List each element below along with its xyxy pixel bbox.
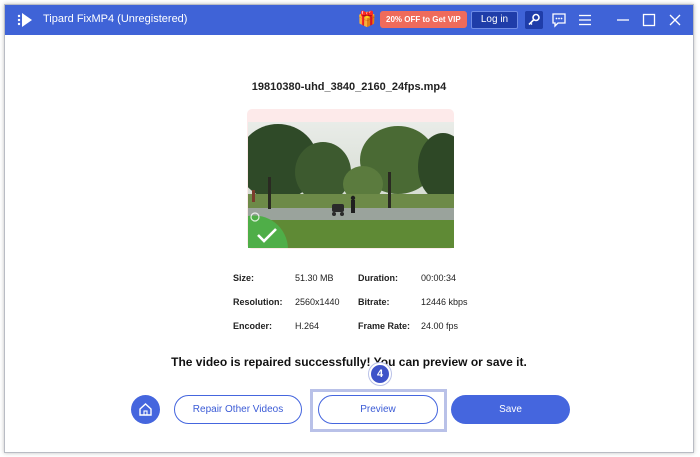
resolution-value: 2560x1440: [295, 297, 340, 307]
minimize-icon[interactable]: [614, 11, 632, 29]
title-bar: Tipard FixMP4 (Unregistered) 🎁 20% OFF t…: [5, 5, 693, 35]
feedback-icon[interactable]: [550, 11, 568, 29]
bitrate-label: Bitrate:: [358, 297, 390, 307]
success-check-icon: [248, 212, 288, 248]
size-label: Size:: [233, 273, 255, 283]
size-value: 51.30 MB: [295, 273, 334, 283]
preview-button[interactable]: Preview: [318, 395, 438, 424]
save-button[interactable]: Save: [451, 395, 570, 424]
close-icon[interactable]: [666, 11, 684, 29]
home-button[interactable]: [131, 395, 160, 424]
resolution-label: Resolution:: [233, 297, 283, 307]
gift-icon[interactable]: 🎁: [357, 10, 377, 30]
promo-button[interactable]: 20% OFF to Get VIP: [380, 11, 467, 28]
key-icon[interactable]: [525, 11, 543, 29]
maximize-icon[interactable]: [640, 11, 658, 29]
login-button[interactable]: Log in: [471, 11, 518, 29]
step-number-badge: 4: [369, 363, 391, 385]
repair-other-videos-button[interactable]: Repair Other Videos: [174, 395, 302, 424]
encoder-label: Encoder:: [233, 321, 273, 331]
framerate-value: 24.00 fps: [421, 321, 459, 331]
home-icon: [139, 403, 152, 416]
framerate-label: Frame Rate:: [358, 321, 411, 331]
encoder-value: H.264: [295, 321, 320, 331]
app-logo-icon: [17, 13, 32, 27]
app-window: Tipard FixMP4 (Unregistered) 🎁 20% OFF t…: [4, 4, 694, 453]
success-message: The video is repaired successfully! You …: [171, 355, 527, 369]
duration-value: 00:00:34: [421, 273, 457, 283]
app-title: Tipard FixMP4 (Unregistered): [43, 13, 188, 25]
file-name: 19810380-uhd_3840_2160_24fps.mp4: [251, 81, 447, 93]
duration-label: Duration:: [358, 273, 398, 283]
menu-icon[interactable]: [576, 11, 594, 29]
bitrate-value: 12446 kbps: [421, 297, 468, 307]
